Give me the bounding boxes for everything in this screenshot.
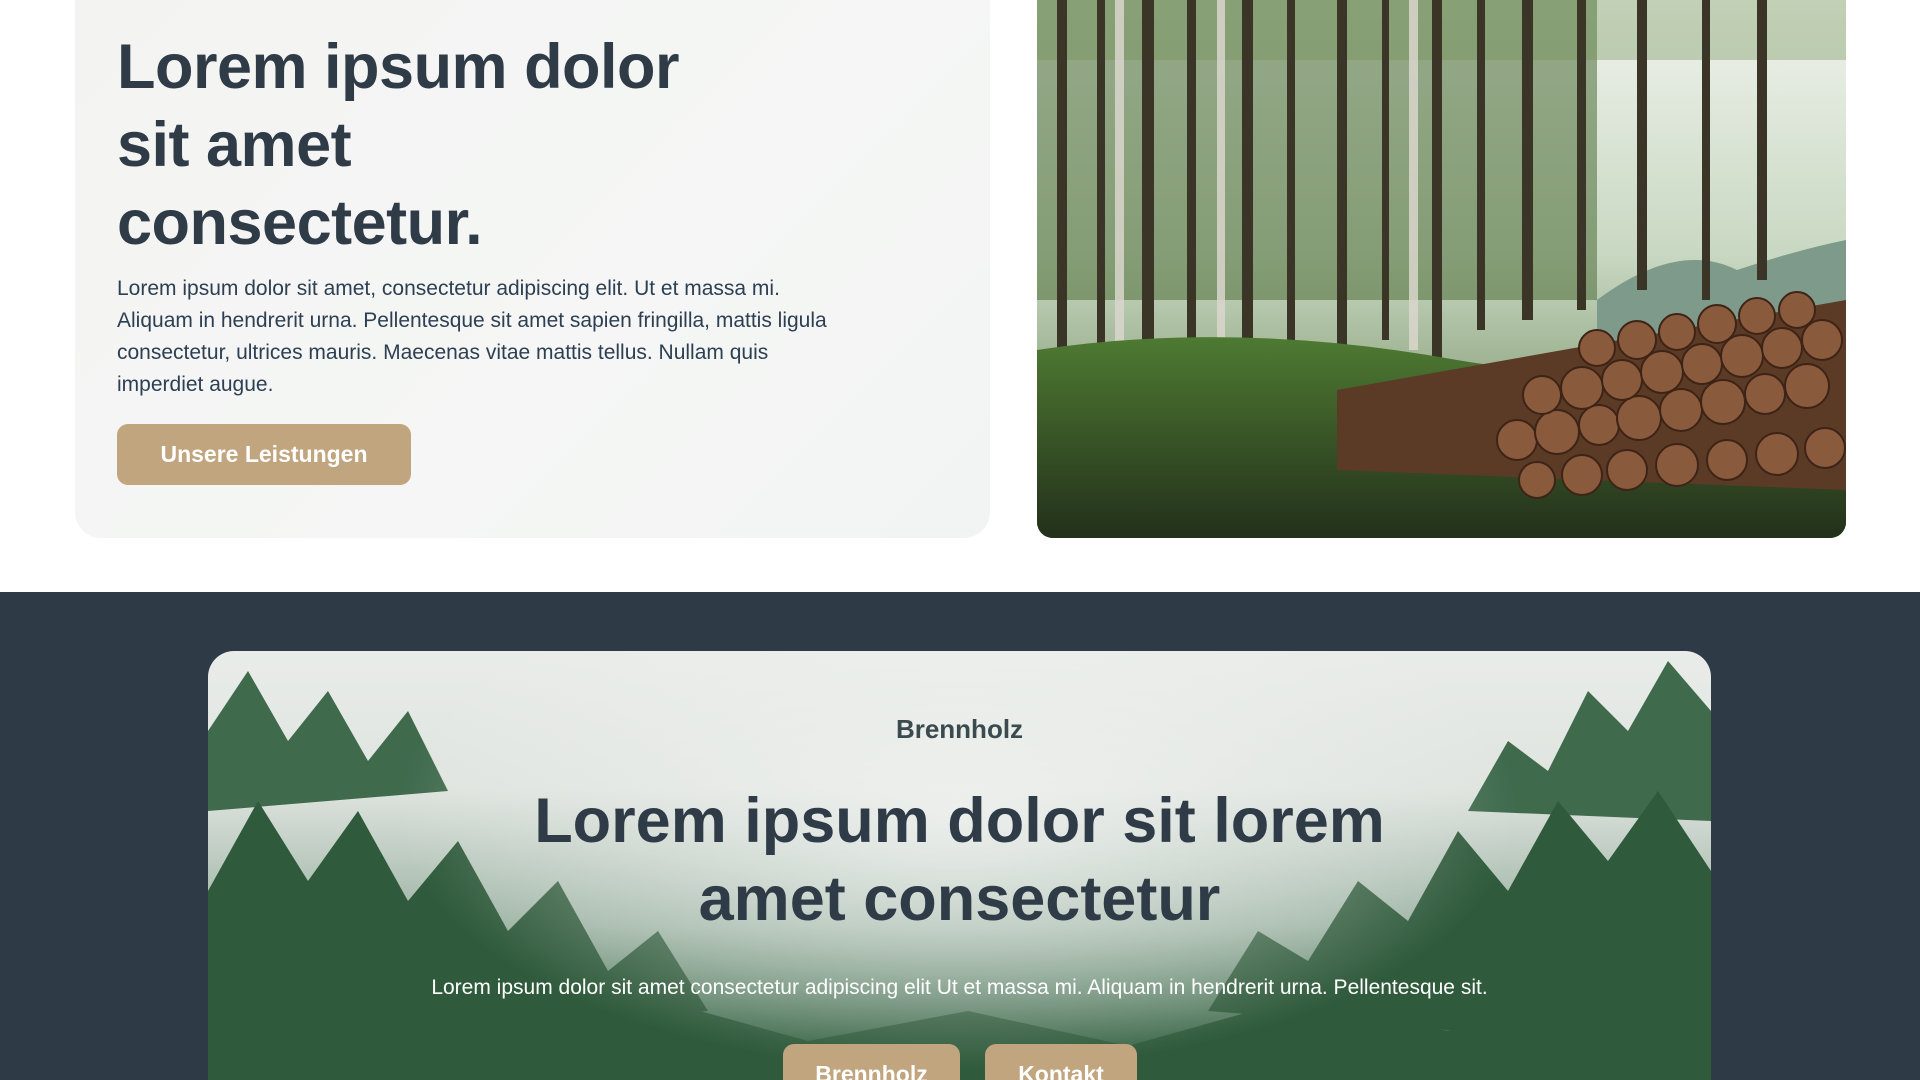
- section-eyebrow: Brennholz: [895, 714, 1024, 744]
- section-description: Lorem ipsum dolor sit amet consectetur a…: [431, 976, 1488, 999]
- section-title: Lorem ipsum dolor sit lorem amet consect…: [208, 782, 1711, 938]
- hero-title-line: Lorem ipsum dolor: [117, 32, 680, 102]
- services-button[interactable]: Unsere Leistungen: [117, 424, 411, 485]
- firewood-button[interactable]: Brennholz: [783, 1044, 960, 1080]
- section-title-line: amet consectetur: [698, 864, 1221, 934]
- hero-title: Lorem ipsum dolor sit amet consectetur.: [117, 28, 757, 262]
- forest-logs-image: [1037, 0, 1846, 538]
- section-title-line: Lorem ipsum dolor sit lorem: [534, 786, 1385, 856]
- hero-title-line: sit amet: [117, 110, 352, 180]
- contact-button[interactable]: Kontakt: [985, 1044, 1137, 1080]
- hero-title-line: consectetur.: [117, 188, 483, 258]
- hero-description: Lorem ipsum dolor sit amet, consectetur …: [117, 277, 827, 396]
- forest-logs-illustration: [1037, 0, 1846, 538]
- hero-section: Lorem ipsum dolor sit amet consectetur. …: [0, 0, 1920, 592]
